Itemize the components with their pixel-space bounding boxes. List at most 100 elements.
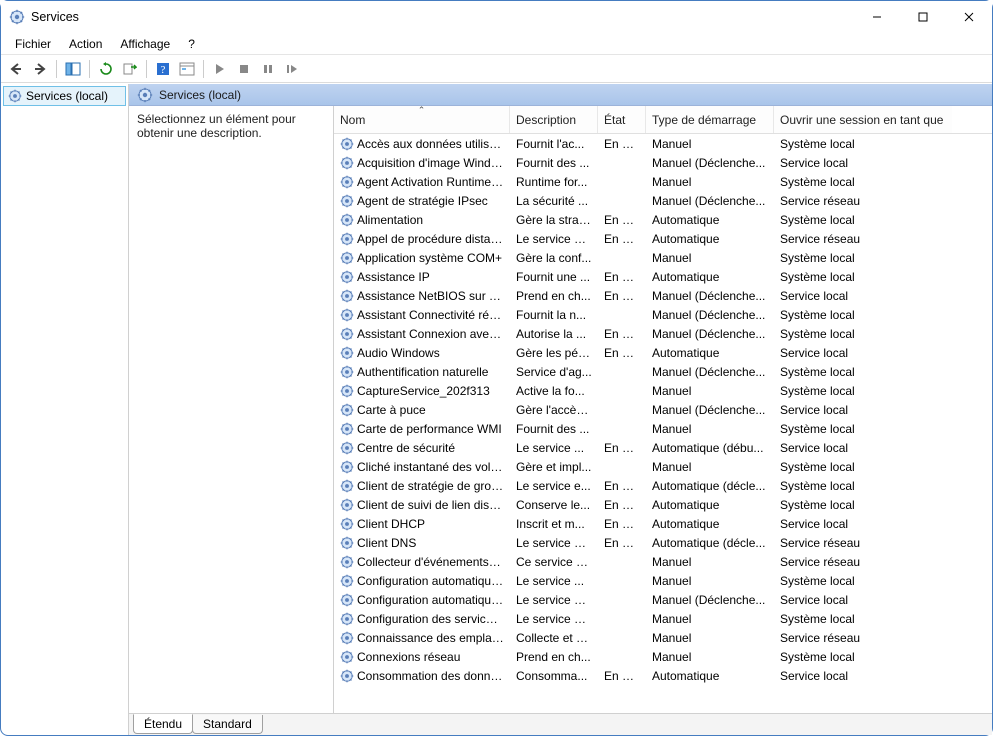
list-item[interactable]: Carte de performance WMIFournit des ...M… [334,419,992,438]
list-item[interactable]: Assistance NetBIOS sur TCP...Prend en ch… [334,286,992,305]
start-service-button[interactable] [209,58,231,80]
cell-description: Gère la conf... [510,251,598,265]
cell-startup: Automatique [646,498,774,512]
cell-name: Alimentation [334,213,510,227]
service-name: Client DNS [357,536,504,550]
cell-startup: Manuel [646,612,774,626]
list-body[interactable]: Accès aux données utilisate... Fournit l'… [334,134,992,713]
service-name: Accès aux données utilisate... [357,137,504,151]
service-name: Configuration automatique... [357,593,504,607]
column-header-logon[interactable]: Ouvrir une session en tant que [774,106,952,133]
cell-state: En co... [598,346,646,360]
list-item[interactable]: Centre de sécuritéLe service ...En co...… [334,438,992,457]
list-item[interactable]: Accès aux données utilisate... Fournit l'… [334,134,992,153]
cell-startup: Automatique [646,232,774,246]
cell-logon: Service local [774,346,952,360]
service-name: Configuration automatique... [357,574,504,588]
forward-button[interactable] [29,58,51,80]
cell-description: Le service C... [510,593,598,607]
close-button[interactable] [946,1,992,33]
service-name: Consommation des données [357,669,504,683]
refresh-button[interactable] [95,58,117,80]
pause-service-button[interactable] [257,58,279,80]
list-item[interactable]: Configuration des services ...Le service… [334,609,992,628]
list-item[interactable]: Consommation des donnéesConsomma...En co… [334,666,992,685]
service-name: CaptureService_202f313 [357,384,504,398]
list-item[interactable]: Client de suivi de lien distri...Conserv… [334,495,992,514]
cell-logon: Système local [774,612,952,626]
cell-startup: Manuel [646,422,774,436]
column-header-state[interactable]: État [598,106,646,133]
gear-icon [9,9,25,25]
list-item[interactable]: Collecteur d'événements de...Ce service … [334,552,992,571]
cell-logon: Système local [774,213,952,227]
gear-icon [340,612,354,626]
list-item[interactable]: Authentification naturelleService d'ag..… [334,362,992,381]
list-item[interactable]: Assistant Connexion avec u...Autorise la… [334,324,992,343]
cell-startup: Manuel [646,251,774,265]
help-button[interactable]: ? [152,58,174,80]
service-name: Configuration des services ... [357,612,504,626]
cell-logon: Service réseau [774,232,952,246]
list-item[interactable]: Configuration automatique... Le service C… [334,590,992,609]
gear-icon [137,87,153,103]
cell-description: Fournit l'ac... [510,137,598,151]
list-item[interactable]: Application système COM+Gère la conf... M… [334,248,992,267]
list-item[interactable]: Assistant Connectivité réseauFournit la … [334,305,992,324]
list-item[interactable]: Agent Activation Runtime_...Runtime for.… [334,172,992,191]
back-button[interactable] [5,58,27,80]
list-item[interactable]: Client DNSLe service cl...En co...Automa… [334,533,992,552]
tab-extended[interactable]: Étendu [133,714,193,734]
cell-logon: Service local [774,289,952,303]
list-item[interactable]: Agent de stratégie IPsecLa sécurité ...M… [334,191,992,210]
service-name: Client de suivi de lien distri... [357,498,504,512]
cell-description: Le service ... [510,574,598,588]
cell-startup: Automatique (décle... [646,479,774,493]
list-item[interactable]: Configuration automatique... Le service .… [334,571,992,590]
list-item[interactable]: Carte à puceGère l'accès...Manuel (Décle… [334,400,992,419]
cell-startup: Manuel [646,460,774,474]
properties-button[interactable] [176,58,198,80]
tree-root-services-local[interactable]: Services (local) [3,86,126,106]
cell-startup: Automatique [646,270,774,284]
menu-action[interactable]: Action [61,35,110,53]
stop-icon [239,64,249,74]
cell-logon: Service réseau [774,194,952,208]
restart-service-button[interactable] [281,58,303,80]
gear-icon [340,270,354,284]
column-header-description[interactable]: Description [510,106,598,133]
play-icon [215,63,225,75]
minimize-button[interactable] [854,1,900,33]
list-item[interactable]: Connexions réseauPrend en ch...ManuelSys… [334,647,992,666]
right-pane: Services (local) Sélectionnez un élément… [129,84,992,735]
menu-view[interactable]: Affichage [112,35,178,53]
column-header-name[interactable]: Nom ⌃ [334,106,510,133]
gear-icon [340,232,354,246]
list-item[interactable]: Acquisition d'image Windo...Fournit des … [334,153,992,172]
export-list-button[interactable] [119,58,141,80]
list-item[interactable]: Connaissance des emplace...Collecte et s… [334,628,992,647]
list-item[interactable]: Audio WindowsGère les péri...En co...Aut… [334,343,992,362]
column-header-startup[interactable]: Type de démarrage [646,106,774,133]
menu-file[interactable]: Fichier [7,35,59,53]
list-item[interactable]: Appel de procédure distant...Le service … [334,229,992,248]
list-item[interactable]: CaptureService_202f313Active la fo...Man… [334,381,992,400]
menu-help[interactable]: ? [180,35,203,53]
maximize-button[interactable] [900,1,946,33]
list-item[interactable]: AlimentationGère la strat...En co...Auto… [334,210,992,229]
toolbar: ? [1,55,992,83]
cell-name: Assistant Connectivité réseau [334,308,510,322]
tab-standard[interactable]: Standard [192,715,263,734]
stop-service-button[interactable] [233,58,255,80]
list-item[interactable]: Client de stratégie de groupeLe service … [334,476,992,495]
service-name: Appel de procédure distant... [357,232,504,246]
cell-name: Application système COM+ [334,251,510,265]
gear-icon [340,441,354,455]
list-item[interactable]: Cliché instantané des volu...Gère et imp… [334,457,992,476]
cell-name: Audio Windows [334,346,510,360]
list-item[interactable]: Assistance IPFournit une ...En co...Auto… [334,267,992,286]
show-hide-tree-button[interactable] [62,58,84,80]
list-item[interactable]: Client DHCPInscrit et m...En co...Automa… [334,514,992,533]
toolbar-separator [89,60,90,78]
cell-state: En co... [598,137,646,151]
